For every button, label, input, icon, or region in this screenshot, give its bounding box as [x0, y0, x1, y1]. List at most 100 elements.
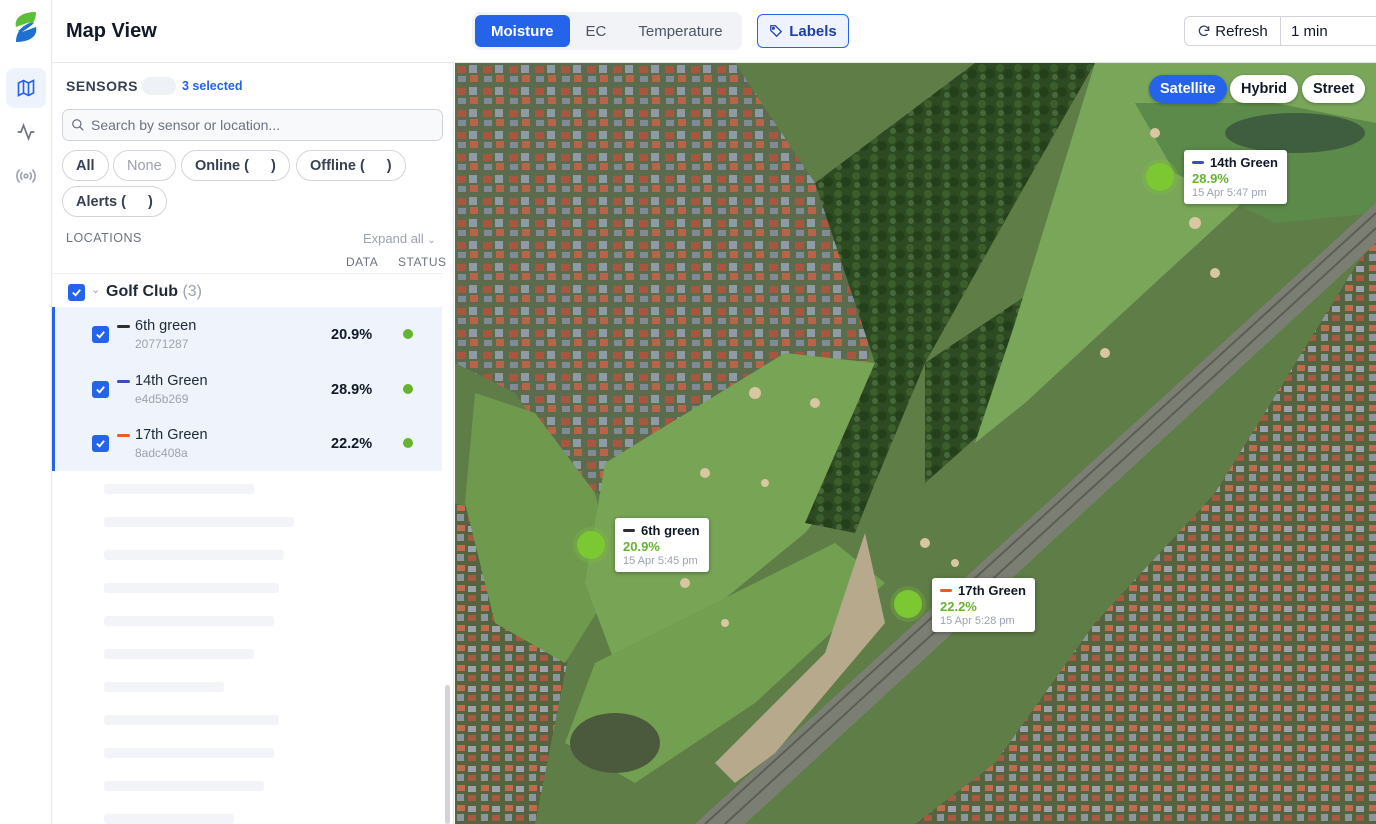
maptype-hybrid-button[interactable]: Hybrid [1230, 75, 1298, 103]
refresh-button[interactable]: Refresh [1185, 17, 1281, 45]
refresh-label: Refresh [1215, 22, 1268, 40]
interval-value: 1 min [1291, 22, 1328, 40]
location-group-golf-club[interactable]: ⌄ Golf Club (3) [52, 278, 444, 308]
status-online-dot [403, 384, 413, 394]
filter-online-chip[interactable]: Online () [181, 150, 290, 181]
expand-all-label: Expand all [363, 231, 424, 246]
filter-alerts-chip[interactable]: Alerts () [62, 186, 167, 217]
marker-label-name: 6th green [623, 523, 700, 538]
list-item[interactable] [104, 814, 234, 824]
chevron-down-icon[interactable]: ⌄ [91, 283, 100, 296]
marker-name: 6th green [641, 523, 700, 538]
sensor-marker[interactable] [894, 590, 922, 618]
rail-map-button[interactable] [6, 68, 46, 108]
sensor-checkbox[interactable] [92, 326, 109, 343]
sensor-id: e4d5b269 [135, 392, 189, 406]
sensor-list: 6th green 20771287 20.9% 14th Green e4d5… [52, 307, 442, 471]
search-box [62, 109, 443, 141]
group-label: Golf Club (3) [106, 283, 202, 301]
marker-timestamp: 15 Apr 5:45 pm [623, 555, 698, 567]
filter-offline-close: ) [386, 157, 392, 174]
metric-tabs: Moisture EC Temperature [472, 12, 742, 50]
marker-label-card[interactable]: 6th green 20.9% 15 Apr 5:45 pm [615, 518, 709, 572]
check-icon [96, 386, 105, 394]
sensor-row[interactable]: 6th green 20771287 20.9% [55, 307, 442, 361]
refresh-interval-select[interactable]: 1 min ⌄ [1281, 17, 1376, 45]
sensor-checkbox[interactable] [92, 435, 109, 452]
maptype-satellite-button[interactable]: Satellite [1149, 75, 1227, 103]
app-logo[interactable] [10, 10, 42, 44]
filter-alerts-close: ) [147, 193, 153, 210]
marker-label-card[interactable]: 14th Green 28.9% 15 Apr 5:47 pm [1184, 150, 1287, 204]
sensor-color-swatch [117, 434, 130, 437]
nav-rail [0, 0, 52, 824]
tag-icon [770, 25, 783, 38]
sensors-heading: SENSORS [66, 78, 138, 94]
rail-activity-button[interactable] [6, 112, 46, 152]
tab-temperature[interactable]: Temperature [622, 15, 738, 47]
list-item[interactable] [104, 583, 279, 593]
list-item[interactable] [104, 715, 279, 725]
sensor-name: 6th green [135, 318, 197, 334]
sensor-name: 17th Green [135, 427, 208, 443]
sensor-marker[interactable] [577, 531, 605, 559]
expand-all-button[interactable]: Expand all ⌄ [363, 231, 436, 246]
search-input[interactable] [91, 115, 431, 135]
broadcast-icon [16, 169, 36, 183]
list-item[interactable] [104, 748, 274, 758]
sensor-value: 22.2% [331, 436, 373, 452]
sensor-id: 8adc408a [135, 446, 188, 460]
leaf-logo-icon [15, 12, 37, 42]
locations-heading: LOCATIONS [66, 231, 142, 245]
tab-moisture[interactable]: Moisture [475, 15, 570, 47]
list-item[interactable] [104, 484, 254, 494]
list-item[interactable] [104, 616, 274, 626]
marker-color-swatch [940, 589, 952, 592]
filter-none-chip[interactable]: None [113, 150, 176, 181]
filter-offline-chip[interactable]: Offline () [296, 150, 406, 181]
sidebar-scrollbar[interactable] [445, 685, 450, 824]
group-name: Golf Club [106, 283, 178, 300]
maptype-street-button[interactable]: Street [1302, 75, 1366, 103]
marker-name: 17th Green [958, 583, 1026, 598]
sensor-checkbox[interactable] [92, 381, 109, 398]
refresh-control: Refresh 1 min ⌄ [1184, 16, 1376, 46]
tab-ec[interactable]: EC [570, 15, 623, 47]
list-item[interactable] [104, 682, 224, 692]
marker-value: 22.2% [940, 599, 977, 614]
labels-toggle-button[interactable]: Labels [757, 14, 849, 48]
marker-value: 28.9% [1192, 171, 1229, 186]
selected-count: 3 selected [182, 79, 243, 93]
chevron-down-icon: ⌄ [427, 235, 436, 246]
marker-color-swatch [623, 529, 635, 532]
marker-value: 20.9% [623, 539, 660, 554]
list-item[interactable] [104, 550, 284, 560]
list-item[interactable] [104, 781, 264, 791]
group-checkbox[interactable] [68, 284, 85, 301]
marker-label-card[interactable]: 17th Green 22.2% 15 Apr 5:28 pm [932, 578, 1035, 632]
map-icon [17, 79, 35, 97]
check-icon [96, 331, 105, 339]
sensor-marker[interactable] [1146, 163, 1174, 191]
marker-label-name: 17th Green [940, 583, 1026, 598]
divider [52, 273, 444, 274]
sensor-row[interactable]: 17th Green 8adc408a 22.2% [55, 416, 442, 470]
marker-label-name: 14th Green [1192, 155, 1278, 170]
group-count: (3) [182, 283, 202, 300]
marker-name: 14th Green [1210, 155, 1278, 170]
status-online-dot [403, 438, 413, 448]
filter-all-chip[interactable]: All [62, 150, 109, 181]
satellite-map[interactable]: Satellite Hybrid Street 14th Green 28.9%… [455, 63, 1376, 824]
sensor-count-pill [142, 77, 176, 95]
refresh-icon [1198, 25, 1210, 37]
list-item[interactable] [104, 649, 254, 659]
check-icon [96, 440, 105, 448]
filter-offline-label: Offline ( [310, 157, 365, 174]
status-online-dot [403, 329, 413, 339]
list-item[interactable] [104, 517, 294, 527]
search-icon [72, 119, 84, 131]
rail-sensors-button[interactable] [6, 156, 46, 196]
marker-color-swatch [1192, 161, 1204, 164]
sensor-row[interactable]: 14th Green e4d5b269 28.9% [55, 362, 442, 416]
marker-timestamp: 15 Apr 5:47 pm [1192, 187, 1267, 199]
